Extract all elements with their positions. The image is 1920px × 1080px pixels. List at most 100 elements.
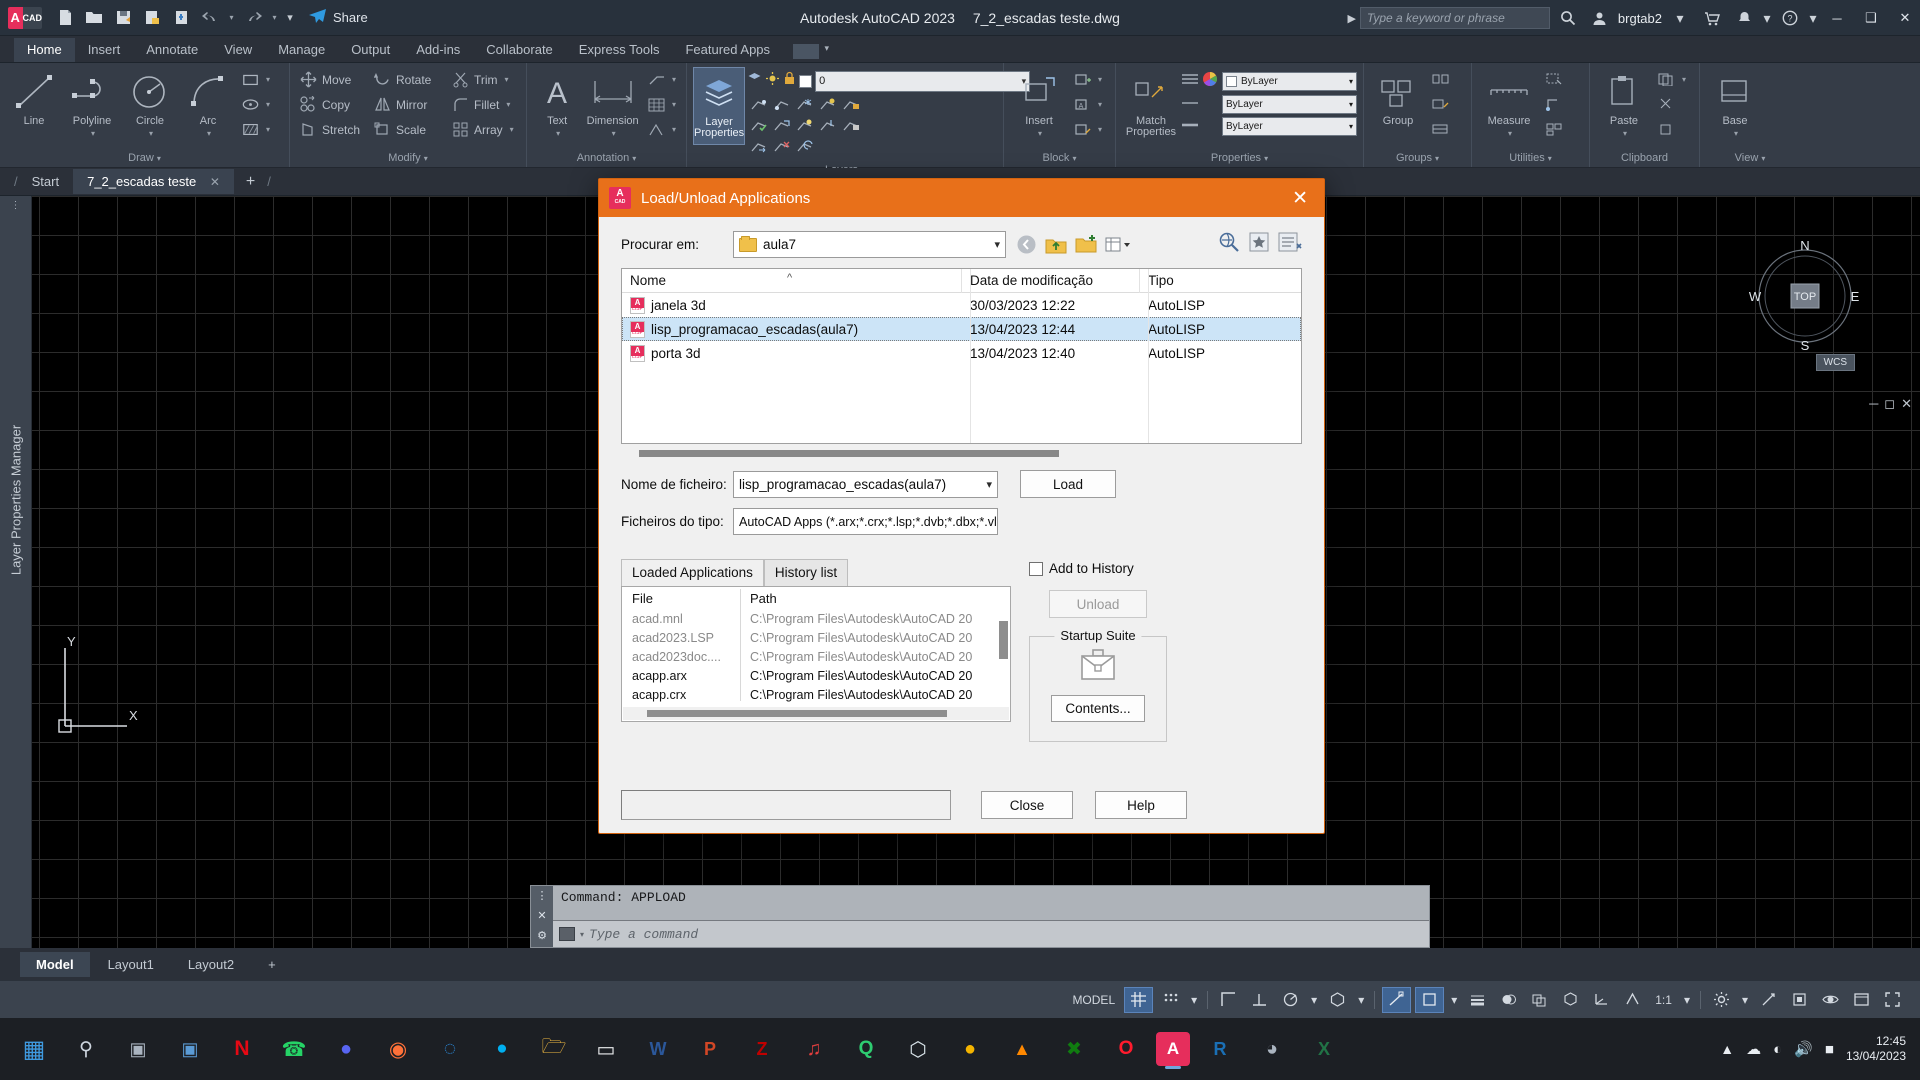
- group-manager-tool[interactable]: [1428, 117, 1453, 142]
- show-hidden-icons[interactable]: ▲: [1720, 1041, 1734, 1057]
- create-block-dropdown-icon[interactable]: ▾: [1098, 75, 1102, 84]
- circle-tool[interactable]: Circle ▾: [122, 67, 178, 138]
- layer-properties-manager-panel[interactable]: ⋮: [0, 196, 32, 956]
- canvas-minimize-icon[interactable]: ─: [1869, 396, 1878, 412]
- scrollbar-thumb[interactable]: [647, 710, 947, 717]
- layer-isolate-icon[interactable]: [747, 95, 769, 115]
- paste-dropdown-icon[interactable]: ▾: [1623, 129, 1627, 138]
- column-name[interactable]: Nome ^: [622, 269, 962, 293]
- trim-dropdown-icon[interactable]: ▾: [505, 75, 509, 84]
- polyline-dropdown-icon[interactable]: ▾: [91, 129, 95, 138]
- layer-state-icon[interactable]: [747, 71, 762, 91]
- ribbon-tab-express-tools[interactable]: Express Tools: [566, 38, 673, 62]
- loaded-row[interactable]: acapp.arx C:\Program Files\Autodesk\Auto…: [622, 666, 1010, 685]
- layer-delete-icon[interactable]: [770, 137, 792, 157]
- clean-screen-icon[interactable]: [1848, 987, 1875, 1013]
- autocad-icon[interactable]: A: [1156, 1032, 1190, 1066]
- contents-button[interactable]: Contents...: [1051, 695, 1145, 722]
- insert-dropdown-icon[interactable]: ▾: [1038, 129, 1042, 138]
- save-as-icon[interactable]: [139, 5, 165, 31]
- fillet-dropdown-icon[interactable]: ▾: [506, 100, 510, 109]
- powerpoint-icon[interactable]: P: [688, 1027, 732, 1071]
- user-dropdown-icon[interactable]: ▾: [1666, 0, 1694, 36]
- layer-lock-icon[interactable]: [783, 71, 796, 91]
- hardware-acceleration-icon[interactable]: [1786, 987, 1813, 1013]
- battery-icon[interactable]: ■: [1825, 1041, 1834, 1058]
- plot-icon[interactable]: [168, 5, 194, 31]
- model-space-button[interactable]: MODEL: [1067, 987, 1120, 1013]
- layout-tab-layout2[interactable]: Layout2: [172, 952, 250, 977]
- layout-tab-model[interactable]: Model: [20, 951, 90, 977]
- layer-properties-tool[interactable]: Layer Properties: [693, 67, 746, 145]
- layer-color-swatch[interactable]: [799, 74, 813, 88]
- discord-icon[interactable]: ●: [324, 1027, 368, 1071]
- edit-attributes-tool[interactable]: ▾: [1070, 117, 1106, 142]
- isometric-dropdown-icon[interactable]: ▾: [1355, 987, 1367, 1013]
- copy-tool[interactable]: Copy: [296, 92, 370, 117]
- undo-icon[interactable]: [197, 5, 223, 31]
- drawing-tab-close-icon[interactable]: ✕: [210, 175, 220, 189]
- up-one-level-icon[interactable]: [1044, 233, 1068, 257]
- canvas-close-icon[interactable]: ✕: [1901, 396, 1912, 412]
- view-cube[interactable]: TOP N S E W: [1745, 236, 1865, 356]
- cut-tool[interactable]: [1654, 92, 1690, 117]
- user-avatar-icon[interactable]: [1586, 0, 1614, 36]
- autocad-logo-icon[interactable]: A CAD: [8, 6, 42, 29]
- autodesk-store-icon[interactable]: [1698, 0, 1726, 36]
- loaded-row[interactable]: acad.mnl C:\Program Files\Autodesk\AutoC…: [622, 609, 1010, 628]
- drawing-tab-start[interactable]: Start: [18, 169, 73, 194]
- tab-loaded-applications[interactable]: Loaded Applications: [621, 559, 764, 586]
- command-settings-icon[interactable]: ⚙: [537, 929, 547, 942]
- arc-tool[interactable]: Arc ▾: [180, 67, 236, 138]
- copy-clip-tool[interactable]: ▾: [1654, 67, 1690, 92]
- snap-dropdown-icon[interactable]: ▾: [1188, 987, 1200, 1013]
- notepad-icon[interactable]: ▭: [584, 1027, 628, 1071]
- drawing-tab-escadas[interactable]: 7_2_escadas teste ✕: [73, 169, 234, 194]
- word-icon[interactable]: W: [636, 1027, 680, 1071]
- measure-tool[interactable]: Measure ▾: [1478, 67, 1540, 138]
- new-layout-button[interactable]: +: [252, 952, 292, 977]
- object-snap-tracking-icon[interactable]: [1382, 986, 1412, 1013]
- define-attributes-dropdown-icon[interactable]: ▾: [1098, 100, 1102, 109]
- help-search-input[interactable]: Type a keyword or phrase: [1359, 7, 1550, 29]
- isolate-objects-icon[interactable]: [1817, 987, 1844, 1013]
- dimension-dropdown-icon[interactable]: ▾: [612, 129, 616, 138]
- add-to-history-checkbox[interactable]: [1029, 561, 1043, 576]
- group-edit-tool[interactable]: [1428, 92, 1453, 117]
- close-window-button[interactable]: ✕: [1890, 0, 1920, 36]
- filezilla-icon[interactable]: Z: [740, 1027, 784, 1071]
- excel-icon[interactable]: X: [1302, 1027, 1346, 1071]
- look-in-combo[interactable]: aula7 ▾: [733, 231, 1006, 258]
- ungroup-tool[interactable]: [1428, 67, 1453, 92]
- file-browser-list[interactable]: Nome ^ Data de modificação Tipo A LISP ja…: [621, 268, 1302, 444]
- look-in-caret-icon[interactable]: ▾: [994, 238, 1000, 251]
- command-line-grip[interactable]: ⋮ ✕ ⚙: [531, 886, 553, 947]
- ribbon-tab-featured-apps[interactable]: Featured Apps: [672, 38, 783, 62]
- user-name-label[interactable]: brgtab2: [1618, 11, 1662, 26]
- rhino-icon[interactable]: ◕: [1250, 1027, 1294, 1071]
- ribbon-tab-manage[interactable]: Manage: [265, 38, 338, 62]
- dynamic-ucs-icon[interactable]: [1588, 987, 1615, 1013]
- whatsapp-icon[interactable]: ☎: [272, 1027, 316, 1071]
- base-point-tool[interactable]: [1542, 92, 1567, 117]
- array-tool[interactable]: Array ▾: [448, 117, 518, 142]
- table-dropdown-icon[interactable]: ▾: [672, 100, 676, 109]
- object-color-combo[interactable]: ByLayer ▾: [1222, 72, 1357, 91]
- annotation-scale-dropdown-icon[interactable]: ▾: [672, 125, 676, 134]
- help-dropdown-icon[interactable]: ▾: [1808, 0, 1818, 36]
- lineweight-combo[interactable]: ByLayer ▾: [1222, 117, 1357, 136]
- qbittorrent-icon[interactable]: Q: [844, 1027, 888, 1071]
- copy-clip-dropdown-icon[interactable]: ▾: [1682, 75, 1686, 84]
- layer-unisolate-icon[interactable]: [770, 95, 792, 115]
- scrollbar-thumb[interactable]: [639, 450, 1059, 457]
- command-prompt-icon[interactable]: [559, 927, 575, 941]
- arc-dropdown-icon[interactable]: ▾: [207, 129, 211, 138]
- ribbon-tab-output[interactable]: Output: [338, 38, 403, 62]
- file-name-caret-icon[interactable]: ▾: [986, 478, 992, 491]
- loaded-row[interactable]: acad2023doc.... C:\Program Files\Autodes…: [622, 647, 1010, 666]
- help-icon[interactable]: ?: [1776, 0, 1804, 36]
- sketchup-icon[interactable]: ⬡: [896, 1027, 940, 1071]
- annotation-scale-value[interactable]: 1:1: [1650, 987, 1677, 1013]
- polar-dropdown-icon[interactable]: ▾: [1308, 987, 1320, 1013]
- hatch-dropdown-icon[interactable]: ▾: [266, 125, 270, 134]
